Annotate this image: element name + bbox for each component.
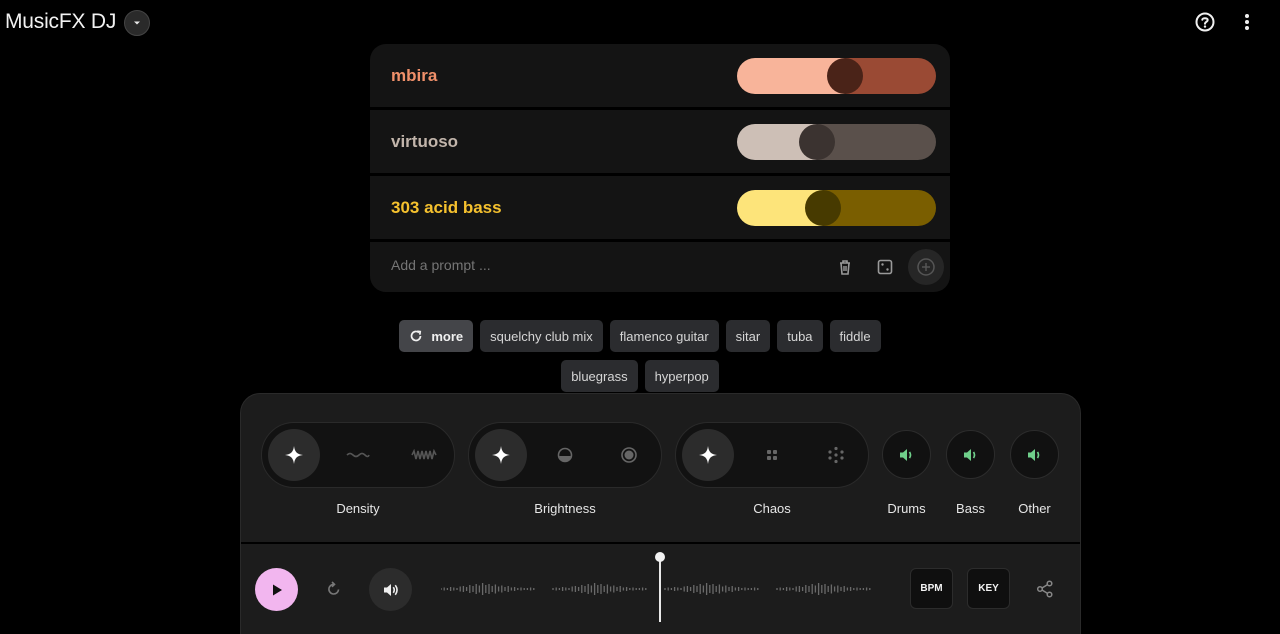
more-suggestions-chip[interactable]: more	[399, 320, 474, 352]
drums-mute-button[interactable]	[882, 430, 931, 479]
filled-circle-icon	[621, 447, 637, 463]
bass-label: Bass	[956, 501, 985, 516]
more-vert-icon	[1245, 14, 1249, 30]
slider-thumb[interactable]	[799, 123, 835, 160]
prompt-label[interactable]: virtuoso	[391, 132, 458, 152]
suggestion-chip[interactable]: bluegrass	[561, 360, 638, 392]
help-circle-icon	[1195, 12, 1215, 32]
more-menu-button[interactable]	[1235, 10, 1259, 34]
prompt-label[interactable]: 303 acid bass	[391, 198, 502, 218]
random-prompt-button[interactable]	[873, 255, 897, 279]
scattered-dots-icon	[828, 446, 844, 464]
add-prompt-submit-button[interactable]	[908, 249, 944, 285]
more-chip-label: more	[431, 328, 464, 344]
delete-prompts-button[interactable]	[833, 255, 857, 279]
prompt-row: virtuoso	[370, 110, 950, 173]
wave-low-icon	[346, 452, 370, 458]
prompt-row: 303 acid bass	[370, 176, 950, 239]
prompt-weight-slider[interactable]	[737, 57, 936, 94]
slider-thumb[interactable]	[805, 189, 841, 226]
prompt-row: mbira	[370, 44, 950, 107]
chaos-label: Chaos	[753, 501, 791, 516]
volume-icon	[1027, 448, 1039, 461]
reset-button[interactable]	[319, 574, 349, 604]
transport-bar: BPM KEY	[241, 542, 1080, 634]
chaos-high-option[interactable]	[810, 429, 862, 481]
density-auto-option[interactable]	[268, 429, 320, 481]
wave-high-icon	[411, 449, 437, 460]
title-dropdown-button[interactable]	[124, 10, 150, 36]
suggestion-chip[interactable]: flamenco guitar	[609, 320, 719, 352]
volume-button[interactable]	[369, 568, 412, 611]
add-prompt-input[interactable]	[391, 257, 791, 273]
refresh-icon	[411, 330, 422, 342]
chevron-down-icon	[134, 21, 140, 25]
brightness-high-option[interactable]	[603, 429, 655, 481]
suggestion-chip[interactable]: fiddle	[829, 320, 881, 352]
app-header: MusicFX DJ	[0, 0, 1280, 44]
grid-dots-icon	[767, 450, 777, 460]
play-button[interactable]	[255, 568, 298, 611]
key-button[interactable]: KEY	[967, 568, 1010, 609]
playhead-handle[interactable]	[655, 552, 665, 562]
share-icon	[1036, 580, 1053, 598]
suggestion-chip[interactable]: squelchy club mix	[480, 320, 603, 352]
density-label: Density	[336, 501, 380, 516]
control-panel: Density Brightness Chaos Drums Bass Othe…	[240, 393, 1081, 634]
suggestion-chips-row-2: bluegrass hyperpop	[0, 360, 1280, 392]
density-high-option[interactable]	[398, 429, 450, 481]
bass-mute-button[interactable]	[946, 430, 995, 479]
volume-icon	[383, 583, 398, 596]
half-circle-icon	[557, 447, 573, 463]
suggestion-chip[interactable]: sitar	[725, 320, 771, 352]
brightness-auto-option[interactable]	[475, 429, 527, 481]
sparkle-icon	[699, 446, 717, 464]
sparkle-icon	[492, 446, 510, 464]
help-button[interactable]	[1193, 10, 1217, 34]
chaos-auto-option[interactable]	[682, 429, 734, 481]
share-button[interactable]	[1033, 577, 1057, 601]
app-title: MusicFX DJ	[5, 10, 117, 33]
sparkle-icon	[285, 446, 303, 464]
play-icon	[272, 584, 282, 595]
density-low-option[interactable]	[332, 429, 384, 481]
volume-icon	[899, 448, 911, 461]
brightness-low-option[interactable]	[539, 429, 591, 481]
add-prompt-row	[370, 242, 950, 292]
slider-thumb[interactable]	[827, 57, 863, 94]
playhead-line[interactable]	[659, 554, 661, 622]
brightness-label: Brightness	[534, 501, 596, 516]
other-label: Other	[1018, 501, 1051, 516]
trash-icon	[840, 260, 850, 275]
other-mute-button[interactable]	[1010, 430, 1059, 479]
prompt-weight-slider[interactable]	[737, 189, 936, 226]
suggestion-chip[interactable]: tuba	[777, 320, 823, 352]
reset-icon	[328, 581, 340, 595]
brightness-selector	[468, 422, 662, 488]
plus-circle-icon	[917, 258, 935, 276]
chaos-selector	[675, 422, 869, 488]
waveform-display[interactable]	[441, 574, 891, 604]
dice-icon	[877, 259, 893, 275]
prompt-list: mbira virtuoso 303 acid bass	[370, 44, 950, 292]
prompt-weight-slider[interactable]	[737, 123, 936, 160]
suggestion-chip[interactable]: hyperpop	[644, 360, 719, 392]
drums-label: Drums	[887, 501, 926, 516]
bpm-button[interactable]: BPM	[910, 568, 953, 609]
suggestion-chips-row-1: more squelchy club mix flamenco guitar s…	[0, 320, 1280, 352]
prompt-label[interactable]: mbira	[391, 66, 437, 86]
volume-icon	[963, 448, 975, 461]
density-selector	[261, 422, 455, 488]
chaos-low-option[interactable]	[746, 429, 798, 481]
